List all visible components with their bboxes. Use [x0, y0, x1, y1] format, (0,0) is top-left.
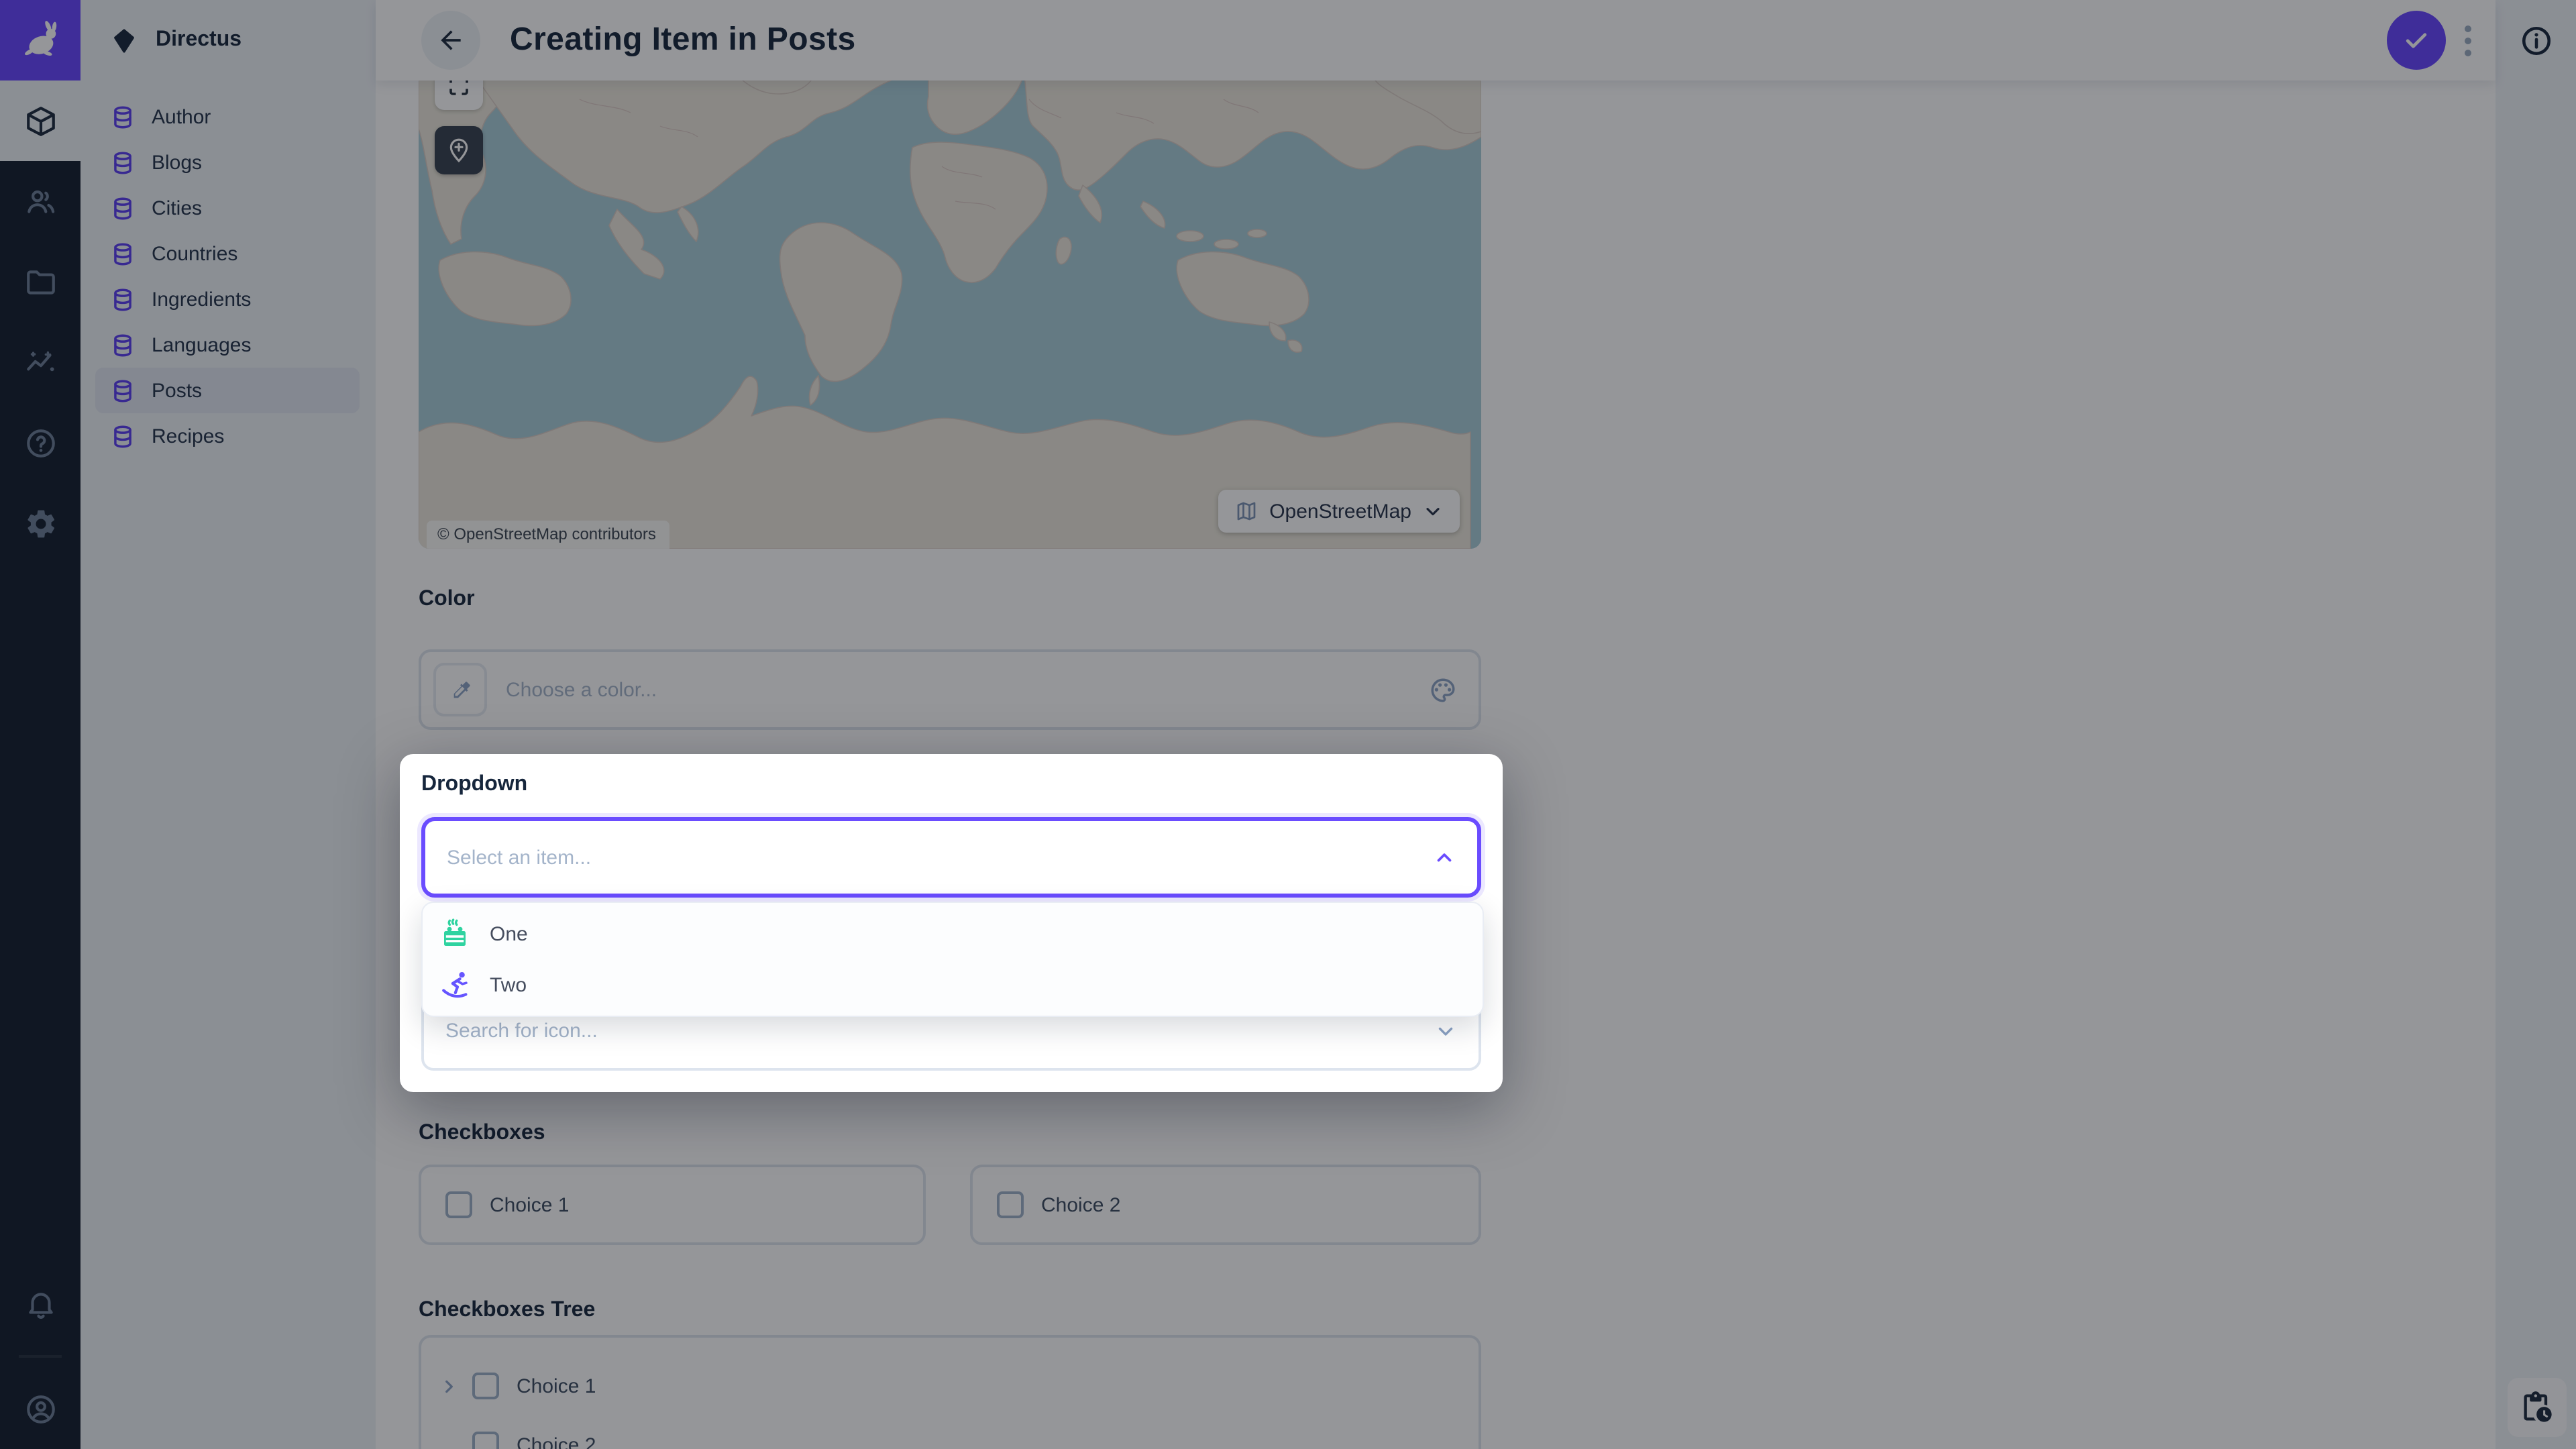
- dropdown-menu: One Two: [421, 902, 1484, 1017]
- option-label: One: [490, 922, 528, 945]
- modal-overlay[interactable]: [0, 0, 2576, 1449]
- dropdown-select[interactable]: Select an item...: [421, 817, 1481, 898]
- dropdown-modal-card: Dropdown Select an item... One: [400, 754, 1503, 1092]
- dropdown-placeholder: Select an item...: [447, 846, 591, 869]
- icon-search-placeholder: Search for icon...: [445, 1019, 598, 1042]
- option-label: Two: [490, 973, 527, 996]
- downhill-skiing-icon: [440, 969, 472, 1001]
- dropdown-option-one[interactable]: One: [423, 908, 1483, 959]
- dropdown-field-label: Dropdown: [421, 773, 527, 797]
- app-window: Directus Author Blogs Cities Countries I…: [0, 0, 2576, 1449]
- chevron-up-icon: [1433, 846, 1456, 869]
- dropdown-option-two[interactable]: Two: [423, 959, 1483, 1010]
- chevron-down-icon: [1434, 1019, 1457, 1042]
- hot-tub-icon: [440, 918, 472, 950]
